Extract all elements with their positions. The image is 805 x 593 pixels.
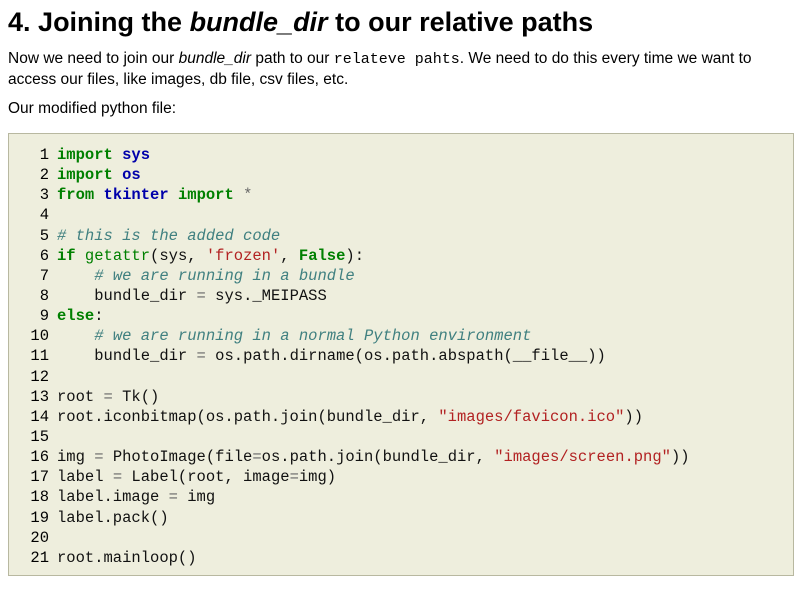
section-heading: 4. Joining the bundle_dir to our relativ… bbox=[8, 7, 594, 37]
code-line: 18 label.image = img bbox=[30, 488, 216, 507]
code-line: 2 import os bbox=[39, 166, 141, 185]
code-line: 11 bundle_dir = os.path.dirname(os.path.… bbox=[30, 347, 606, 366]
code-line: 16 img = PhotoImage(file=os.path.join(bun… bbox=[30, 448, 690, 467]
code-line: 3 from tkinter import * bbox=[39, 186, 253, 205]
code-line: 1 import sys bbox=[39, 146, 151, 164]
intro-paragraph: Now we need to join our bundle_dir path … bbox=[8, 50, 752, 88]
code-line: 20 bbox=[30, 528, 49, 547]
code-line: 5 # this is the added code bbox=[39, 226, 281, 245]
code-line: 4 bbox=[39, 206, 49, 225]
code-line: 8 bundle_dir = sys._MEIPASS bbox=[39, 286, 327, 305]
code-line: 9 else: bbox=[39, 307, 104, 326]
modified-file-label: Our modified python file: bbox=[8, 100, 177, 117]
heading-em: bundle_dir bbox=[189, 7, 328, 37]
inline-code: relateve pahts bbox=[333, 51, 460, 68]
code-line: 15 bbox=[30, 427, 49, 446]
code-line: 12 bbox=[30, 367, 49, 386]
code-line: 10 # we are running in a normal Python e… bbox=[30, 327, 532, 346]
code-block: 1 import sys 2 import os 3 from tkinter imp… bbox=[8, 133, 794, 576]
code-line: 21 root.mainloop() bbox=[30, 548, 197, 567]
code-line: 7 # we are running in a bundle bbox=[39, 266, 355, 285]
page: 4. Joining the bundle_dir to our relativ… bbox=[0, 0, 805, 593]
code-line: 14 root.iconbitmap(os.path.join(bundle_di… bbox=[30, 407, 644, 426]
code-lines: 1 import sys 2 import os 3 from tkinter imp… bbox=[19, 145, 690, 568]
code-line: 6 if getattr(sys, 'frozen', False): bbox=[39, 246, 365, 265]
code-line: 13 root = Tk() bbox=[30, 387, 160, 406]
code-line: 17 label = Label(root, image=img) bbox=[30, 468, 337, 487]
code-line: 19 label.pack() bbox=[30, 508, 169, 527]
intro-em: bundle_dir bbox=[178, 50, 252, 67]
